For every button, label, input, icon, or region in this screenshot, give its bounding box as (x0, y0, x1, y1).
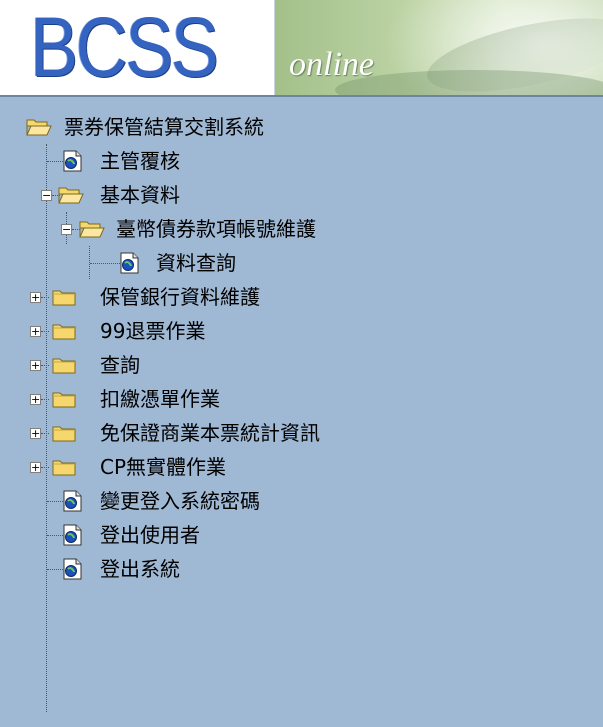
bcss-logo: BCSS (0, 0, 275, 95)
expand-toggle[interactable]: + (30, 360, 41, 371)
tree-item-label: 查詢 (100, 353, 140, 377)
tree-item-label: 變更登入系統密碼 (100, 489, 260, 513)
folder-icon (52, 356, 76, 374)
expand-toggle[interactable]: + (30, 326, 41, 337)
banner-image: online (275, 0, 603, 95)
collapse-toggle[interactable]: − (41, 190, 52, 201)
document-icon (61, 524, 83, 546)
tree-item-label: 99退票作業 (100, 319, 206, 343)
tree-item-basic-data[interactable]: − 基本資料 (0, 178, 603, 212)
tree-item-change-password[interactable]: 變更登入系統密碼 (0, 484, 603, 518)
logo-text: BCSS (30, 0, 219, 94)
tree-item-label: 登出使用者 (100, 523, 200, 547)
document-icon (61, 490, 83, 512)
folder-icon (52, 458, 76, 476)
tree-item-label: CP無實體作業 (100, 455, 227, 479)
tree-item-supervisor-review[interactable]: 主管覆核 (0, 144, 603, 178)
folder-icon (52, 288, 76, 306)
folder-icon (52, 390, 76, 408)
tree-item-label: 臺幣債券款項帳號維護 (116, 217, 316, 241)
app-header: BCSS online (0, 0, 603, 97)
open-folder-icon (79, 220, 105, 238)
folder-icon (52, 322, 76, 340)
tree-root[interactable]: 票券保管結算交割系統 (0, 110, 603, 144)
collapse-toggle[interactable]: − (61, 224, 72, 235)
tree-item-cp-dematerialized[interactable]: + CP無實體作業 (0, 450, 603, 484)
expand-toggle[interactable]: + (30, 462, 41, 473)
tree-item-twd-bond-account[interactable]: − 臺幣債券款項帳號維護 (0, 212, 603, 246)
tree-item-withholding[interactable]: + 扣繳憑單作業 (0, 382, 603, 416)
expand-toggle[interactable]: + (30, 292, 41, 303)
tree-item-label: 扣繳憑單作業 (100, 387, 220, 411)
tree-item-cp-statistics[interactable]: + 免保證商業本票統計資訊 (0, 416, 603, 450)
tree-item-label: 免保證商業本票統計資訊 (100, 421, 320, 445)
tree-item-logout-system[interactable]: 登出系統 (0, 552, 603, 586)
online-tagline: online (289, 46, 374, 83)
tree-item-label: 資料查詢 (156, 251, 236, 275)
tree-item-label: 保管銀行資料維護 (100, 285, 260, 309)
folder-icon (52, 424, 76, 442)
expand-toggle[interactable]: + (30, 394, 41, 405)
tree-item-label: 主管覆核 (100, 149, 180, 173)
document-icon (61, 150, 83, 172)
tree-item-label: 基本資料 (100, 183, 180, 207)
tree-item-logout-user[interactable]: 登出使用者 (0, 518, 603, 552)
tree-root-label: 票券保管結算交割系統 (64, 115, 264, 139)
tree-item-query[interactable]: + 查詢 (0, 348, 603, 382)
tree-item-custodian-bank[interactable]: + 保管銀行資料維護 (0, 280, 603, 314)
document-icon (61, 558, 83, 580)
tree-item-data-query[interactable]: 資料查詢 (0, 246, 603, 280)
expand-toggle[interactable]: + (30, 428, 41, 439)
tree-item-99-bounce[interactable]: + 99退票作業 (0, 314, 603, 348)
tree-item-label: 登出系統 (100, 557, 180, 581)
open-folder-icon (26, 118, 52, 136)
open-folder-icon (58, 186, 84, 204)
document-icon (118, 252, 140, 274)
